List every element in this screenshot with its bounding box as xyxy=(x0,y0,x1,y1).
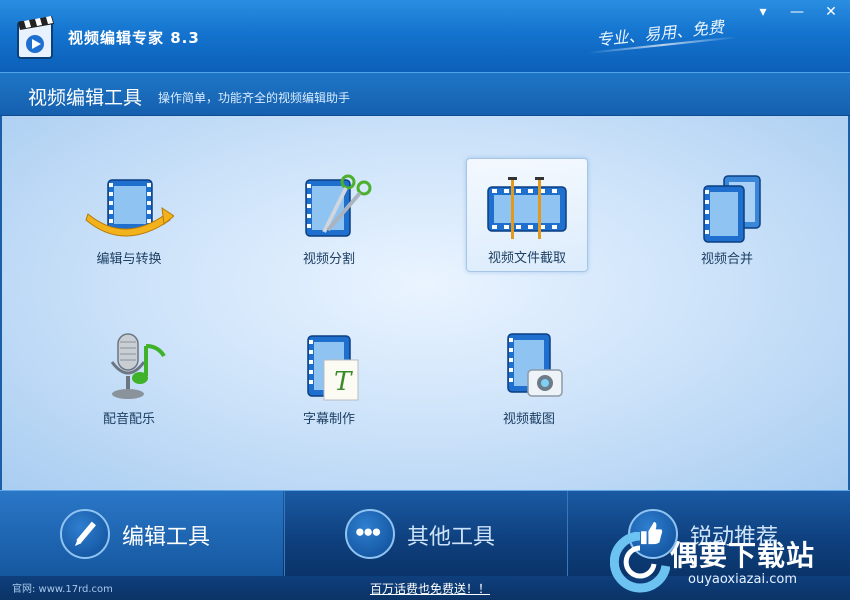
promo-link[interactable]: 百万话费也免费送！！ xyxy=(370,580,490,597)
watermark-logo-icon xyxy=(610,532,670,593)
tool-label: 视频分割 xyxy=(302,252,355,267)
close-icon: ✕ xyxy=(825,4,837,20)
title-bar[interactable]: 视频编辑专家 8.3 专业、易用、免费 ▾ — ✕ xyxy=(0,0,850,72)
section-header: 视频编辑工具 操作简单，功能齐全的视频编辑助手 xyxy=(0,72,850,116)
nav-other-tools[interactable]: 其他工具 xyxy=(285,491,568,577)
tool-screenshot[interactable]: 视频截图 xyxy=(468,326,590,438)
film-clip-icon xyxy=(487,177,567,239)
film-convert-icon xyxy=(85,179,174,237)
section-title: 视频编辑工具 xyxy=(28,87,143,109)
film-scissors-icon xyxy=(305,174,372,237)
minimize-button[interactable]: — xyxy=(784,2,810,22)
nav-edit-tools[interactable]: 编辑工具 xyxy=(0,491,283,577)
nav-label: 其他工具 xyxy=(407,525,496,550)
app-title: 视频编辑专家 8.3 xyxy=(68,29,200,47)
film-camera-icon xyxy=(507,333,563,397)
app-clapperboard-icon xyxy=(17,16,54,59)
tool-label: 视频截图 xyxy=(502,412,555,427)
microphone-music-icon xyxy=(110,333,166,399)
tool-dub-music[interactable]: 配音配乐 xyxy=(68,326,190,438)
tool-subtitle[interactable]: T 字幕制作 xyxy=(268,326,390,438)
watermark-url: ouyaoxiazai.com xyxy=(688,572,797,587)
tool-label: 字幕制作 xyxy=(302,412,355,427)
nav-label: 编辑工具 xyxy=(122,525,211,550)
close-button[interactable]: ✕ xyxy=(818,2,844,22)
tool-merge[interactable]: 视频合并 xyxy=(666,166,788,278)
dots-icon xyxy=(345,509,395,559)
chevron-down-icon: ▾ xyxy=(759,4,767,20)
menu-dropdown-button[interactable]: ▾ xyxy=(750,2,776,22)
section-subtitle: 操作简单，功能齐全的视频编辑助手 xyxy=(158,91,351,105)
tool-split[interactable]: 视频分割 xyxy=(268,166,390,278)
film-subtitle-icon: T xyxy=(307,335,359,401)
tool-grid: 编辑与转换 视频分割 视频文件截取 视频合并 配音配乐 T 字幕制作 视频截图 xyxy=(0,116,850,490)
watermark-text: 偶要下载站 xyxy=(670,539,816,572)
tool-edit-convert[interactable]: 编辑与转换 xyxy=(68,166,190,278)
tool-label: 编辑与转换 xyxy=(96,252,162,267)
app-window: 视频编辑专家 8.3 专业、易用、免费 ▾ — ✕ 视频编辑工具 操作简单，功能… xyxy=(0,0,850,600)
watermark: 偶要下载站 ouyaoxiazai.com xyxy=(610,528,848,598)
svg-text:T: T xyxy=(334,367,353,397)
tool-label: 视频文件截取 xyxy=(487,251,566,266)
tool-clip[interactable]: 视频文件截取 xyxy=(466,158,588,272)
minimize-icon: — xyxy=(790,4,804,20)
tool-label: 视频合并 xyxy=(700,252,753,267)
film-merge-icon xyxy=(703,175,761,243)
pencil-icon xyxy=(60,509,110,559)
tool-label: 配音配乐 xyxy=(102,412,155,427)
official-site-link[interactable]: 官网: www.17rd.com xyxy=(12,580,113,595)
